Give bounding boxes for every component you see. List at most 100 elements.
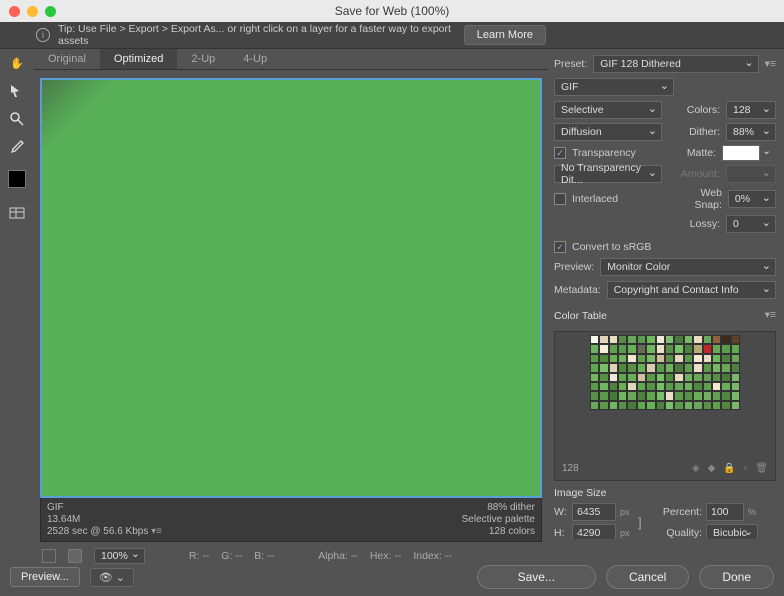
done-button[interactable]: Done <box>699 565 774 589</box>
color-swatch[interactable] <box>712 363 721 372</box>
color-swatch[interactable] <box>590 335 599 344</box>
color-swatch[interactable] <box>712 335 721 344</box>
color-swatch[interactable] <box>693 354 702 363</box>
color-swatch[interactable] <box>693 391 702 400</box>
color-swatch[interactable] <box>599 344 608 353</box>
color-swatch[interactable] <box>665 382 674 391</box>
color-swatch[interactable] <box>590 354 599 363</box>
color-swatch[interactable] <box>684 401 693 410</box>
format-select[interactable]: GIF <box>554 78 674 96</box>
color-reduction-select[interactable]: Selective <box>554 101 662 119</box>
color-swatch[interactable] <box>665 363 674 372</box>
color-swatch[interactable] <box>703 354 712 363</box>
color-table-menu-icon[interactable]: ▾≡ <box>765 309 776 321</box>
color-swatch[interactable] <box>674 401 683 410</box>
lock-color-icon[interactable]: 🔒 <box>723 463 735 474</box>
color-swatch[interactable] <box>693 344 702 353</box>
color-swatch[interactable] <box>627 354 636 363</box>
tab-2up[interactable]: 2-Up <box>177 49 229 69</box>
delete-color-icon[interactable]: 🗑 <box>755 463 768 474</box>
color-swatch[interactable] <box>731 354 740 363</box>
save-button[interactable]: Save... <box>477 565 596 589</box>
color-swatch[interactable] <box>684 391 693 400</box>
metadata-select[interactable]: Copyright and Contact Info <box>607 281 776 299</box>
transparency-dither-select[interactable]: No Transparency Dit... <box>554 165 662 183</box>
percent-input[interactable] <box>706 503 744 521</box>
color-swatch[interactable] <box>627 363 636 372</box>
color-swatch[interactable] <box>712 382 721 391</box>
color-swatch[interactable] <box>627 373 636 382</box>
color-swatch[interactable] <box>618 354 627 363</box>
tab-optimized[interactable]: Optimized <box>100 49 178 69</box>
color-swatch[interactable] <box>590 363 599 372</box>
cancel-button[interactable]: Cancel <box>606 565 689 589</box>
color-swatch[interactable] <box>674 373 683 382</box>
download-time-menu-icon[interactable]: ▾≡ <box>151 526 162 537</box>
color-swatch[interactable] <box>721 344 730 353</box>
websnap-select[interactable]: 0% <box>728 190 776 208</box>
color-swatch[interactable] <box>703 373 712 382</box>
color-swatch[interactable] <box>627 391 636 400</box>
color-swatch[interactable] <box>721 373 730 382</box>
color-swatch[interactable] <box>646 373 655 382</box>
color-swatch[interactable] <box>637 382 646 391</box>
color-swatch[interactable] <box>637 373 646 382</box>
color-swatch[interactable] <box>637 391 646 400</box>
color-swatch[interactable] <box>656 354 665 363</box>
color-swatch[interactable] <box>684 344 693 353</box>
color-swatch[interactable] <box>712 354 721 363</box>
map-transparency-icon[interactable]: ◈ <box>692 463 700 474</box>
color-swatch[interactable] <box>665 354 674 363</box>
color-swatch[interactable] <box>646 391 655 400</box>
lossy-select[interactable]: 0 <box>726 215 776 233</box>
color-swatch[interactable] <box>590 391 599 400</box>
new-color-icon[interactable]: ▫ <box>744 463 748 474</box>
image-preview[interactable] <box>40 78 542 498</box>
color-swatch[interactable] <box>590 373 599 382</box>
color-swatch[interactable] <box>731 363 740 372</box>
color-swatch[interactable] <box>646 363 655 372</box>
color-swatch[interactable] <box>731 382 740 391</box>
color-swatch[interactable] <box>693 335 702 344</box>
color-swatch[interactable] <box>599 373 608 382</box>
dither-value-select[interactable]: 88% <box>726 123 776 141</box>
color-swatch[interactable] <box>693 382 702 391</box>
color-swatch[interactable] <box>721 391 730 400</box>
color-swatch[interactable] <box>637 363 646 372</box>
eyedropper-tool-icon[interactable] <box>8 138 26 156</box>
color-swatch[interactable] <box>618 391 627 400</box>
color-swatch[interactable] <box>665 373 674 382</box>
interlaced-checkbox[interactable] <box>554 193 566 205</box>
color-swatch[interactable] <box>599 382 608 391</box>
color-swatch[interactable] <box>656 335 665 344</box>
color-swatch[interactable] <box>712 391 721 400</box>
preview-select[interactable]: Monitor Color <box>600 258 776 276</box>
color-swatch[interactable] <box>590 401 599 410</box>
color-swatch[interactable] <box>674 335 683 344</box>
color-swatch[interactable] <box>637 335 646 344</box>
color-swatch[interactable] <box>712 344 721 353</box>
colors-select[interactable]: 128 <box>726 101 776 119</box>
color-swatch[interactable] <box>599 335 608 344</box>
color-swatch[interactable] <box>627 335 636 344</box>
color-swatch[interactable] <box>618 382 627 391</box>
color-swatch[interactable] <box>609 335 618 344</box>
color-swatch[interactable] <box>721 354 730 363</box>
color-swatch[interactable] <box>684 335 693 344</box>
color-swatch[interactable] <box>618 373 627 382</box>
color-swatch[interactable] <box>665 335 674 344</box>
color-swatch[interactable] <box>609 401 618 410</box>
hand-tool-icon[interactable]: ✋ <box>8 54 26 72</box>
color-swatch[interactable] <box>646 382 655 391</box>
color-swatch[interactable] <box>609 391 618 400</box>
slice-select-tool-icon[interactable] <box>8 82 26 100</box>
color-swatch[interactable] <box>703 335 712 344</box>
color-swatch[interactable] <box>721 401 730 410</box>
color-swatch[interactable] <box>627 401 636 410</box>
color-swatch[interactable] <box>674 363 683 372</box>
color-swatch[interactable] <box>674 391 683 400</box>
color-swatch[interactable] <box>609 373 618 382</box>
dither-method-select[interactable]: Diffusion <box>554 123 662 141</box>
color-swatch[interactable] <box>627 382 636 391</box>
color-swatch[interactable] <box>684 354 693 363</box>
